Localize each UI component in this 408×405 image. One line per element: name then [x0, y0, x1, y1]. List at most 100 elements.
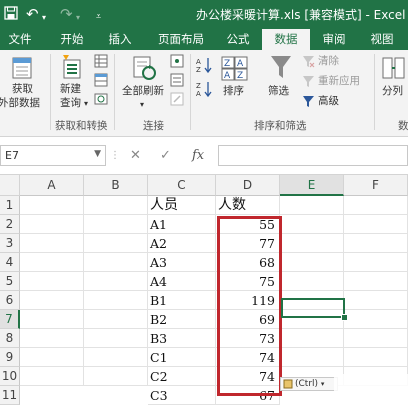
fill-handle[interactable]: [341, 314, 348, 321]
cell-e3[interactable]: [280, 234, 344, 253]
get-external-data-button[interactable]: 获取 外部数据: [0, 52, 46, 114]
reapply-button[interactable]: 重新应用: [302, 74, 372, 90]
cell-c5[interactable]: A4: [148, 272, 216, 291]
paste-options-button[interactable]: (Ctrl) ▾: [280, 377, 338, 391]
insert-function-icon[interactable]: fx: [192, 149, 204, 163]
sort-descending-button[interactable]: Z A: [196, 80, 212, 98]
cell-a10[interactable]: [20, 367, 84, 386]
cell-c11[interactable]: C3: [148, 386, 216, 405]
cell-f8[interactable]: [344, 329, 408, 348]
cell-b5[interactable]: [84, 272, 148, 291]
connections-icon[interactable]: [170, 54, 184, 68]
undo-icon[interactable]: ↶: [26, 5, 39, 23]
cell-f5[interactable]: [344, 272, 408, 291]
column-header-f[interactable]: F: [344, 175, 408, 196]
tab-page-layout[interactable]: 页面布局: [148, 29, 214, 50]
cell-c6[interactable]: B1: [148, 291, 216, 310]
tab-view[interactable]: 视图: [362, 29, 402, 50]
row-header[interactable]: 5: [0, 272, 20, 291]
edit-links-icon[interactable]: [170, 92, 184, 106]
quick-access-dropdown-icon[interactable]: ⩡: [96, 8, 101, 26]
row-header[interactable]: 3: [0, 234, 20, 253]
column-header-a[interactable]: A: [20, 175, 84, 196]
cell-a3[interactable]: [20, 234, 84, 253]
enter-icon[interactable]: ✓: [160, 149, 171, 163]
cell-f9[interactable]: [344, 348, 408, 367]
refresh-all-button[interactable]: 全部刷新 ▾: [118, 52, 170, 114]
cell-e1[interactable]: [280, 196, 344, 215]
cell-b4[interactable]: [84, 253, 148, 272]
row-header[interactable]: 8: [0, 329, 20, 348]
cell-f7[interactable]: [344, 310, 408, 329]
tab-data[interactable]: 数据: [262, 29, 310, 50]
tab-file[interactable]: 文件: [0, 29, 40, 50]
cell-c3[interactable]: A2: [148, 234, 216, 253]
cell-e5[interactable]: [280, 272, 344, 291]
tab-insert[interactable]: 插入: [98, 29, 142, 50]
redo-dropdown-icon[interactable]: ▾: [76, 9, 80, 27]
column-header-d[interactable]: D: [216, 175, 280, 196]
advanced-filter-button[interactable]: 高级: [302, 94, 352, 110]
cell-a4[interactable]: [20, 253, 84, 272]
text-to-columns-button[interactable]: 分列: [378, 52, 408, 114]
cell-a2[interactable]: [20, 215, 84, 234]
show-queries-icon[interactable]: [94, 54, 108, 68]
filter-button[interactable]: 筛选: [262, 52, 300, 114]
cell-b8[interactable]: [84, 329, 148, 348]
cell-c1[interactable]: 人员: [148, 196, 216, 215]
name-box-dropdown-icon[interactable]: ▼: [94, 149, 101, 159]
row-header[interactable]: 10: [0, 367, 20, 386]
cell-f2[interactable]: [344, 215, 408, 234]
cell-f1[interactable]: [344, 196, 408, 215]
tab-review[interactable]: 审阅: [314, 29, 354, 50]
column-header-c[interactable]: C: [148, 175, 216, 196]
cell-e9[interactable]: [280, 348, 344, 367]
cell-a6[interactable]: [20, 291, 84, 310]
cell-c2[interactable]: A1: [148, 215, 216, 234]
cell-e4[interactable]: [280, 253, 344, 272]
cell-d1[interactable]: 人数: [216, 196, 280, 215]
cell-c9[interactable]: C1: [148, 348, 216, 367]
row-header[interactable]: 2: [0, 215, 20, 234]
row-header[interactable]: 7: [0, 310, 20, 329]
clear-filter-button[interactable]: 清除: [302, 54, 352, 70]
from-table-icon[interactable]: [94, 73, 108, 87]
cell-a1[interactable]: [20, 196, 84, 215]
row-header[interactable]: 1: [0, 196, 20, 215]
properties-icon[interactable]: [170, 73, 184, 87]
formula-input[interactable]: [218, 145, 408, 166]
new-query-button[interactable]: 新建 查询 ▾: [52, 52, 90, 114]
cell-f3[interactable]: [344, 234, 408, 253]
cell-b1[interactable]: [84, 196, 148, 215]
cell-b7[interactable]: [84, 310, 148, 329]
cell-c4[interactable]: A3: [148, 253, 216, 272]
cancel-icon[interactable]: ✕: [130, 149, 141, 163]
cell-c10[interactable]: C2: [148, 367, 216, 386]
cell-b3[interactable]: [84, 234, 148, 253]
sort-ascending-button[interactable]: A Z: [196, 56, 212, 74]
name-box[interactable]: E7 ▼: [0, 145, 106, 166]
cell-b2[interactable]: [84, 215, 148, 234]
sort-button[interactable]: Z A A Z 排序: [218, 52, 252, 114]
cell-a8[interactable]: [20, 329, 84, 348]
cell-b9[interactable]: [84, 348, 148, 367]
undo-dropdown-icon[interactable]: ▾: [42, 9, 46, 27]
tab-home[interactable]: 开始: [50, 29, 94, 50]
cell-c8[interactable]: B3: [148, 329, 216, 348]
cell-a9[interactable]: [20, 348, 84, 367]
recent-sources-icon[interactable]: [94, 92, 108, 106]
column-header-b[interactable]: B: [84, 175, 148, 196]
row-header[interactable]: 4: [0, 253, 20, 272]
cell-e2[interactable]: [280, 215, 344, 234]
tab-formulas[interactable]: 公式: [218, 29, 258, 50]
row-header[interactable]: 6: [0, 291, 20, 310]
row-header[interactable]: 9: [0, 348, 20, 367]
cell-b6[interactable]: [84, 291, 148, 310]
select-all-corner[interactable]: [0, 175, 20, 196]
row-header[interactable]: 11: [0, 386, 20, 405]
cell-f6[interactable]: [344, 291, 408, 310]
worksheet-grid[interactable]: A B C D E F 1 人员 人数 2 A1 55 3 A2 77 4 A3…: [0, 175, 408, 405]
cell-e8[interactable]: [280, 329, 344, 348]
cell-c7[interactable]: B2: [148, 310, 216, 329]
column-header-e[interactable]: E: [280, 175, 344, 196]
